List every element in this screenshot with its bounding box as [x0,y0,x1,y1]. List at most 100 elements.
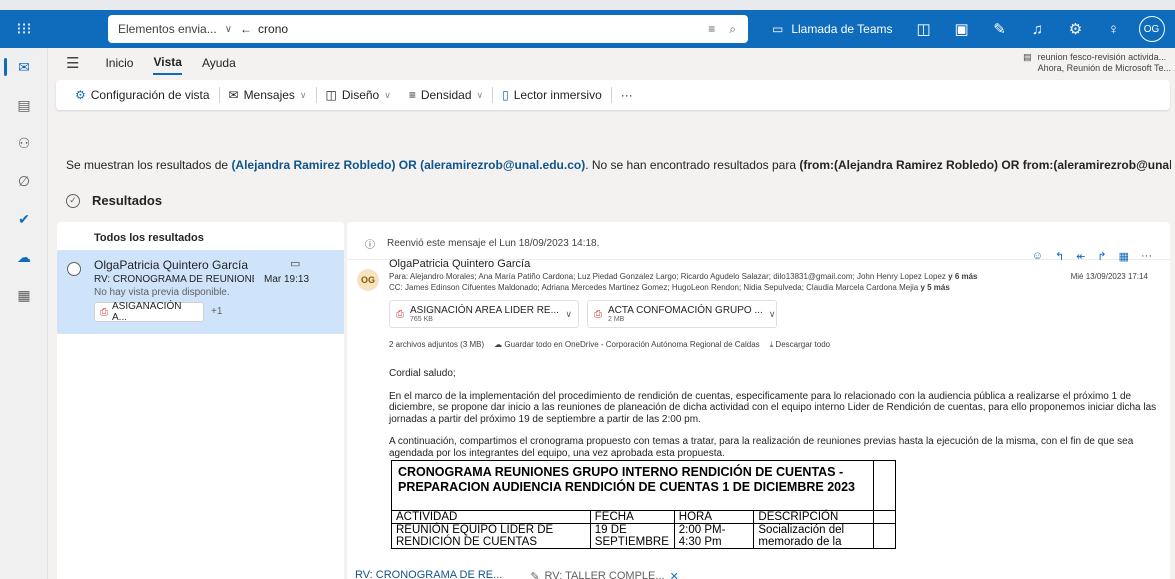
check-icon[interactable]: ✓ [66,193,80,208]
layout-label: Diseño [341,88,380,102]
info-icon: ⓘ [365,240,375,251]
gear-icon: ⚙ [75,88,86,102]
chevron-down-icon[interactable]: ∨ [769,309,776,320]
forward-icon[interactable]: ↱ [1097,250,1106,263]
ribbon-toolbar: ⚙ Configuración de vista ✉ Mensajes ∨ ◫ … [56,80,1170,110]
avatar[interactable]: OG [357,269,379,291]
bell-icon[interactable]: ♫ [1019,21,1057,38]
apps-icon[interactable]: ▦ [0,276,48,314]
more-icon[interactable]: ··· [1141,250,1152,263]
to-more[interactable]: y 6 más [948,272,977,281]
notice-middle: . No se han encontrado resultados para [585,158,797,172]
layout-button[interactable]: ◫ Diseño ∨ [317,88,400,102]
filter-icon[interactable]: ≡ [708,22,715,36]
search-input[interactable]: crono [258,22,288,36]
body-paragraph: A continuación, compartimos el cronogram… [389,436,1134,459]
reading-pane: ⓘ Reenvió este mensaje el Lun 18/09/2023… [347,222,1170,579]
reply-all-icon[interactable]: ↞ [1076,250,1085,263]
list-item[interactable]: OlgaPatricia Quintero García ▭ RV: CRONO… [57,250,344,334]
close-icon[interactable]: ✕ [670,570,679,579]
attachment-chip[interactable]: ⎙ ASIGANACIÓN A... [94,301,204,323]
tab-draft[interactable]: ✎ RV: TALLER COMPLE... ✕ [522,568,686,579]
people-icon[interactable]: ⚇ [0,124,48,162]
todo-icon[interactable]: ✔ [0,200,48,238]
chevron-down-icon: ∨ [224,23,233,35]
attachment-actions: 2 archivos adjuntos (3 MB) ☁ Guardar tod… [389,340,830,350]
emoji-icon[interactable]: ☺ [1032,250,1043,263]
cc-more[interactable]: y 5 más [920,283,949,292]
attachment-name: ACTA CONFOMACIÓN GRUPO ... [608,305,763,316]
reminder-subtitle: Ahora, Reunión de Microsoft Te... [1037,63,1171,73]
draft-tab-label: RV: TALLER COMPLE... [544,569,665,579]
view-settings-button[interactable]: ⚙ Configuración de vista [66,88,219,102]
save-onedrive-button[interactable]: ☁ Guardar todo en OneDrive - Corporación… [494,340,760,350]
immersive-reader-button[interactable]: ▯ Lector inmersivo [493,88,611,102]
select-radio[interactable] [67,262,81,276]
message-actions: ☺ ↰ ↞ ↱ ▦ ··· [1032,250,1152,263]
mail-icon[interactable]: ✉ [0,48,48,86]
table-cell: Socialización del memorado de la [753,523,875,549]
cc-label: CC: [389,283,403,292]
table-header: HORA [673,510,755,524]
more-attachments[interactable]: +1 [211,306,222,317]
calendar-icon: ▭ [290,258,301,270]
download-all-button[interactable]: ⤓ Descargar todo [770,340,830,350]
back-arrow-icon[interactable]: ← [240,22,252,36]
message-body: Cordial saludo; En el marco de la implem… [389,368,1159,470]
meeting-reminder[interactable]: ▤ reunion fesco-revisión activida... Aho… [1023,52,1171,74]
table-header: FECHA [589,510,675,524]
teams-call-label: Llamada de Teams [791,22,893,36]
attachment-card[interactable]: ⎙ ACTA CONFOMACIÓN GRUPO ... 2 MB ∨ [587,300,777,328]
tab-ayuda[interactable]: Ayuda [202,52,236,74]
table-cell: 2:00 PM- 4:30 Pm [673,523,755,549]
attachment-name: ASIGNACIÓN AREA LIDER RE... [410,305,559,316]
book-icon: ▯ [502,88,509,102]
app-launcher-icon[interactable]: ⁝⁝⁝ [0,10,48,48]
compose-icon[interactable]: ✎ [981,20,1019,38]
notice-query: (Alejandra Ramirez Robledo) OR (aleramir… [231,158,586,172]
search-icon[interactable]: ⌕ [729,22,736,37]
gear-icon[interactable]: ⚙ [1057,20,1095,38]
more-options-button[interactable]: ··· [612,88,642,102]
apps-icon[interactable]: ▦ [1119,250,1129,263]
attachment-summary: 2 archivos adjuntos (3 MB) [389,340,485,349]
attachment-size: 765 KB [410,316,433,323]
attachment-card[interactable]: ⎙ ASIGNACIÓN AREA LIDER RE... 765 KB ∨ [389,300,579,328]
table-cell [873,510,896,524]
density-button[interactable]: ≡ Densidad ∨ [400,88,492,102]
mail-icon: ✉ [228,88,239,102]
cc-list: James Edinson Cifuentes Maldonado; Adria… [405,283,919,292]
attach-icon[interactable]: ∅ [0,162,48,200]
avatar[interactable]: OG [1138,16,1165,42]
onedrive-icon[interactable]: ☁ [0,238,48,276]
to-label: Para: [389,272,409,281]
calendar-icon[interactable]: ▤ [0,86,48,124]
table-header: DESCRIPCIÓN [753,510,875,524]
pdf-icon: ⎙ [594,308,602,320]
menu-icon[interactable]: ☰ [66,54,79,72]
tab-open-message[interactable]: RV: CRONOGRAMA DE RE... [347,567,511,579]
messages-button[interactable]: ✉ Mensajes ∨ [220,88,316,102]
message-time: Mar 19:13 [264,274,310,285]
body-paragraph: En el marco de la implementación del pro… [389,390,1157,425]
to-recipients: Para: Alejandro Morales; Ana María Patiñ… [389,272,1029,281]
chevron-down-icon[interactable]: ∨ [565,309,572,320]
meet-now-icon[interactable]: ◫ [905,20,943,38]
table-cell: 19 DE SEPTIEMBRE [589,523,675,549]
top-bar: ⁝⁝⁝ Elementos envia... ∨ ← crono ≡ ⌕ ▭ L… [0,0,1175,48]
density-icon: ≡ [408,88,416,102]
reply-icon[interactable]: ↰ [1055,250,1064,263]
schedule-table: CRONOGRAMA REUNIONES GRUPO INTERNO RENDI… [390,460,896,549]
search-scope-dropdown[interactable]: Elementos envia... ∨ [108,15,240,43]
table-title: CRONOGRAMA REUNIONES GRUPO INTERNO RENDI… [390,460,875,511]
search-box[interactable]: Elementos envia... ∨ ← crono ≡ ⌕ [108,15,748,43]
office-icon[interactable]: ▣ [943,20,981,38]
tab-inicio[interactable]: Inicio [105,52,133,74]
tab-vista[interactable]: Vista [153,51,182,75]
density-label: Densidad [420,88,472,102]
download-all-label: Descargar todo [775,340,831,349]
lightbulb-icon[interactable]: ♀ [1095,21,1133,38]
chevron-down-icon: ∨ [476,89,484,100]
teams-call-button[interactable]: ▭ Llamada de Teams [760,22,905,36]
sender-name[interactable]: OlgaPatricia Quintero García [389,258,530,270]
